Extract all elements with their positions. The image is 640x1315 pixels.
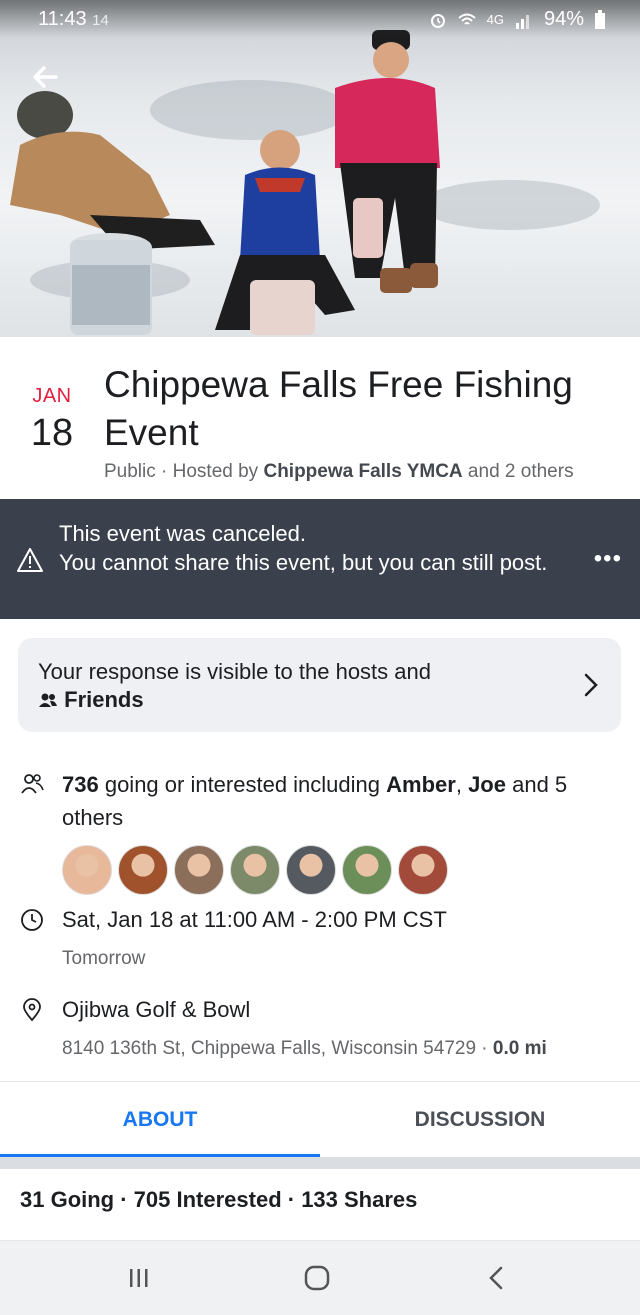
tab-discussion[interactable]: DISCUSSION — [320, 1082, 640, 1158]
status-icons: 4G 94% — [429, 8, 606, 31]
avatar[interactable] — [174, 845, 224, 895]
status-time: 11:43 14 — [38, 8, 109, 30]
avatar[interactable] — [230, 845, 280, 895]
chevron-right-icon — [584, 673, 598, 697]
people-icon — [21, 774, 44, 794]
recent-apps-icon[interactable] — [124, 1263, 154, 1293]
response-visibility-card[interactable]: Your response is visible to the hosts an… — [18, 638, 621, 732]
person-fisherman — [10, 91, 215, 335]
battery-icon — [595, 9, 605, 29]
avatar[interactable] — [62, 845, 112, 895]
canceled-banner: This event was canceled. You cannot shar… — [0, 499, 640, 619]
tab-about[interactable]: ABOUT — [0, 1082, 320, 1158]
signal-icon — [515, 14, 529, 29]
back-icon[interactable] — [482, 1263, 512, 1293]
event-relative-date: Tomorrow — [62, 948, 146, 969]
event-date: JAN 18 — [22, 385, 82, 455]
avatar[interactable] — [286, 845, 336, 895]
host-link[interactable]: Chippewa Falls YMCA — [263, 461, 462, 482]
section-divider — [0, 1157, 640, 1169]
location-address[interactable]: 8140 136th St, Chippewa Falls, Wisconsin… — [62, 1038, 547, 1060]
person-woman — [335, 30, 440, 293]
friends-icon — [39, 693, 57, 707]
event-month: JAN — [32, 385, 72, 407]
battery-percent: 94% — [543, 8, 584, 30]
banner-text: This event was canceled. You cannot shar… — [59, 521, 548, 575]
attendance-summary[interactable]: 736 going or interested including Amber,… — [62, 768, 622, 834]
clock-icon — [21, 909, 43, 931]
avatar[interactable] — [342, 845, 392, 895]
status-bar: 11:43 14 4G 94% — [0, 0, 640, 38]
event-stats[interactable]: 31 Going · 705 Interested · 133 Shares — [20, 1187, 417, 1213]
event-datetime[interactable]: Sat, Jan 18 at 11:00 AM - 2:00 PM CST — [62, 903, 447, 936]
response-text: Your response is visible to the hosts an… — [38, 659, 431, 712]
system-nav-bar — [0, 1240, 640, 1315]
event-title: Chippewa Falls Free Fishing Event — [104, 364, 573, 453]
avatar[interactable] — [118, 845, 168, 895]
attendee-avatars[interactable] — [62, 845, 448, 895]
location-name[interactable]: Ojibwa Golf & Bowl — [62, 993, 250, 1026]
tab-bar: ABOUT DISCUSSION — [0, 1081, 640, 1158]
alarm-icon — [430, 13, 445, 28]
home-icon[interactable] — [302, 1263, 332, 1293]
event-header: JAN 18 Chippewa Falls Free Fishing Event… — [0, 337, 640, 499]
location-pin-icon — [23, 998, 41, 1022]
avatar[interactable] — [398, 845, 448, 895]
warning-icon — [17, 548, 43, 572]
event-host-line: Public · Hosted by Chippewa Falls YMCA a… — [104, 461, 574, 482]
event-day: 18 — [30, 412, 74, 454]
cover-photo[interactable]: 11:43 14 4G 94% — [0, 0, 640, 337]
wifi-icon — [457, 13, 476, 25]
network-type: 4G — [486, 12, 504, 27]
more-options-icon[interactable]: ••• — [594, 545, 622, 573]
back-arrow-icon[interactable] — [30, 62, 60, 92]
